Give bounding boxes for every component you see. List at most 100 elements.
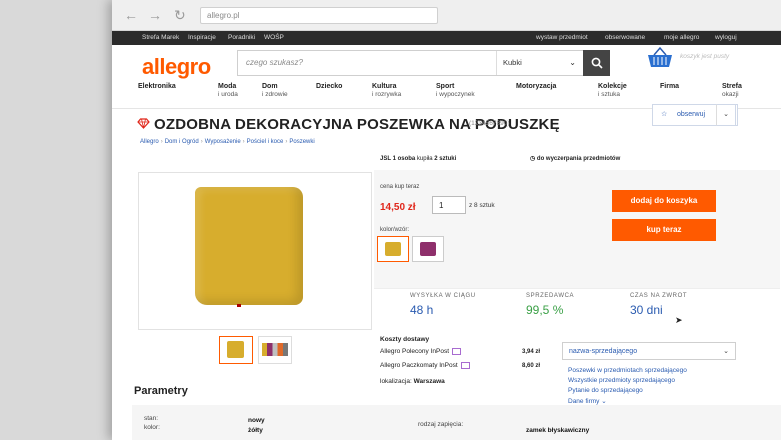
breadcrumb-wyposazenie[interactable]: Wyposażenie [205, 139, 241, 145]
search-bar: czego szukasz? Kubki ⌄ [237, 50, 584, 76]
thumbnail-1[interactable] [219, 336, 253, 364]
seller-rating-label: SPRZEDAWCA [526, 293, 575, 299]
address-bar[interactable]: allegro.pl [200, 7, 438, 24]
pillow-image [195, 187, 303, 305]
pillow-tag [237, 304, 241, 307]
top-menu-bar: Strefa Marek Inspiracje Poradniki WOŚP w… [112, 31, 781, 45]
return-time-value: 30 dni [630, 303, 663, 317]
seller-link-question[interactable]: Pytanie do sprzedającego [568, 387, 643, 394]
thumbnail-2[interactable] [258, 336, 292, 364]
back-icon[interactable]: ← [124, 8, 138, 22]
category-firma[interactable]: Firma [660, 83, 679, 91]
parameters-table: stan: nowy kolor: żółty rodzaj zapięcia:… [132, 405, 781, 440]
price: 14,50 zł [380, 202, 416, 213]
sell-item-link[interactable]: wystaw przedmiot [536, 34, 588, 41]
topbar-link-poradniki[interactable]: Poradniki [228, 34, 255, 41]
topbar-link-inspiracje[interactable]: Inspiracje [188, 34, 216, 41]
shipping-time-value: 48 h [410, 303, 434, 317]
buy-now-price-label: cena kup teraz [380, 184, 420, 190]
search-category-value: Kubki [503, 58, 522, 67]
breadcrumb-allegro[interactable]: Allegro [140, 139, 159, 145]
shipping-price-2: 8,60 zł [522, 363, 541, 369]
forward-icon[interactable]: → [148, 8, 162, 22]
thumbnail-yellow [227, 341, 244, 358]
shipping-option-2: Allegro Paczkomaty InPost [380, 362, 470, 369]
basket-icon [648, 46, 672, 67]
category-strefa-okazji[interactable]: Strefa okazji [722, 83, 742, 99]
swatch-purple[interactable] [412, 236, 444, 262]
my-allegro-link[interactable]: moje allegro [664, 34, 699, 41]
location: lokalizacja: Warszawa [380, 378, 445, 385]
category-elektronika[interactable]: Elektronika [138, 83, 176, 91]
star-icon: ☆ [661, 111, 668, 118]
shipping-price-1: 3,94 zł [522, 349, 541, 355]
color-label: kolor/wzór: [380, 227, 410, 233]
topbar-link-wosp[interactable]: WOŚP [264, 34, 284, 41]
inpost-icon [460, 362, 470, 369]
cart-button[interactable] [647, 46, 673, 73]
category-motoryzacja[interactable]: Motoryzacja [516, 83, 556, 91]
swatch-yellow-fill [385, 242, 401, 256]
timer-icon: ◷ [530, 156, 536, 162]
observe-dropdown[interactable]: ⌄ [716, 104, 736, 126]
purchase-info: JSL 1 osoba kupiła 2 sztuki [380, 156, 457, 162]
timer-text: do wyczerpania przedmiotów [536, 156, 621, 162]
cart-status: koszyk jest pusty [680, 53, 730, 60]
thumbnail-variants [262, 343, 288, 356]
param-value-stan: nowy [248, 417, 265, 424]
reload-icon[interactable]: ↻ [174, 8, 186, 22]
observe-label: obserwuj [677, 111, 706, 118]
inpost-icon [452, 348, 462, 355]
breadcrumb-poscie-i-koce[interactable]: Pościel i koce [247, 139, 284, 145]
seller-link-all-items[interactable]: Wszystkie przedmioty sprzedającego [568, 377, 675, 384]
seller-name: nazwa-sprzedającego [569, 348, 638, 355]
search-icon [591, 57, 603, 69]
watched-link[interactable]: obserwowane [605, 34, 645, 41]
param-value-zapiecie: zamek błyskawiczny [526, 427, 590, 434]
product-id: (1234567890) [469, 120, 510, 127]
breadcrumb-poszewki[interactable]: Poszewki [289, 139, 314, 145]
param-label-kolor: kolor: [144, 424, 160, 431]
cursor-icon: ➤ [675, 315, 683, 325]
shipping-costs-heading: Koszty dostawy [380, 336, 430, 343]
seller-dropdown[interactable]: nazwa-sprzedającego ⌄ [562, 342, 736, 360]
product-image[interactable] [138, 172, 372, 330]
seller-rating-value: 99,5 % [526, 303, 564, 317]
breadcrumb: Allegro › Dom i Ogród › Wyposażenie › Pościel … [140, 139, 315, 145]
logout-link[interactable]: wyloguj [715, 34, 737, 41]
chevron-down-icon: ⌄ [723, 111, 729, 118]
return-time-label: CZAS NA ZWROT [630, 293, 688, 299]
add-to-cart-button[interactable]: dodaj do koszyka [612, 190, 716, 212]
param-value-kolor: żółty [248, 427, 263, 434]
shipping-option-1: Allegro Polecony InPost [380, 348, 462, 355]
buy-panel [374, 170, 780, 288]
search-category-select[interactable]: Kubki ⌄ [496, 51, 582, 75]
diamond-icon [137, 118, 150, 129]
category-kolekcje[interactable]: Kolekcje i sztuka [598, 83, 627, 99]
category-dom[interactable]: Dom i zdrowie [262, 83, 288, 99]
category-sport[interactable]: Sport i wypoczynek [436, 83, 475, 99]
param-label-zapiecie: rodzaj zapięcia: [418, 421, 464, 428]
seller-link-company-data[interactable]: Dane firmy ⌄ [568, 397, 607, 405]
shipping-time-label: WYSYŁKA W CIĄGU [410, 293, 476, 299]
allegro-logo[interactable]: allegro [142, 54, 211, 80]
topbar-link-strefa-marek[interactable]: Strefa Marek [142, 34, 179, 41]
seller-link-similar[interactable]: Poszewki w przedmiotach sprzedającego [568, 367, 687, 374]
breadcrumb-dom-i-ogrod[interactable]: Dom i Ogród [165, 139, 199, 145]
category-kultura[interactable]: Kultura i rozrywka [372, 83, 401, 99]
quantity-available: z 8 sztuk [469, 202, 495, 209]
quantity-input[interactable]: 1 [432, 196, 466, 214]
swatch-purple-fill [420, 242, 436, 256]
category-dziecko[interactable]: Dziecko [316, 83, 342, 91]
search-button[interactable] [583, 50, 610, 76]
buy-now-button[interactable]: kup teraz [612, 219, 716, 241]
browser-window: ← → ↻ allegro.pl Strefa Marek Inspiracje… [112, 0, 781, 440]
chevron-down-icon: ⌄ [569, 58, 576, 67]
browser-toolbar: ← → ↻ allegro.pl [112, 0, 781, 31]
stock-timer: ◷ do wyczerpania przedmiotów [530, 155, 620, 162]
search-input[interactable]: czego szukasz? [246, 58, 303, 67]
swatch-yellow[interactable] [377, 236, 409, 262]
parameters-heading: Parametry [134, 385, 188, 397]
category-bar: Elektronika Moda i uroda Dom i zdrowie Dzi… [138, 83, 778, 105]
category-moda[interactable]: Moda i uroda [218, 83, 238, 99]
